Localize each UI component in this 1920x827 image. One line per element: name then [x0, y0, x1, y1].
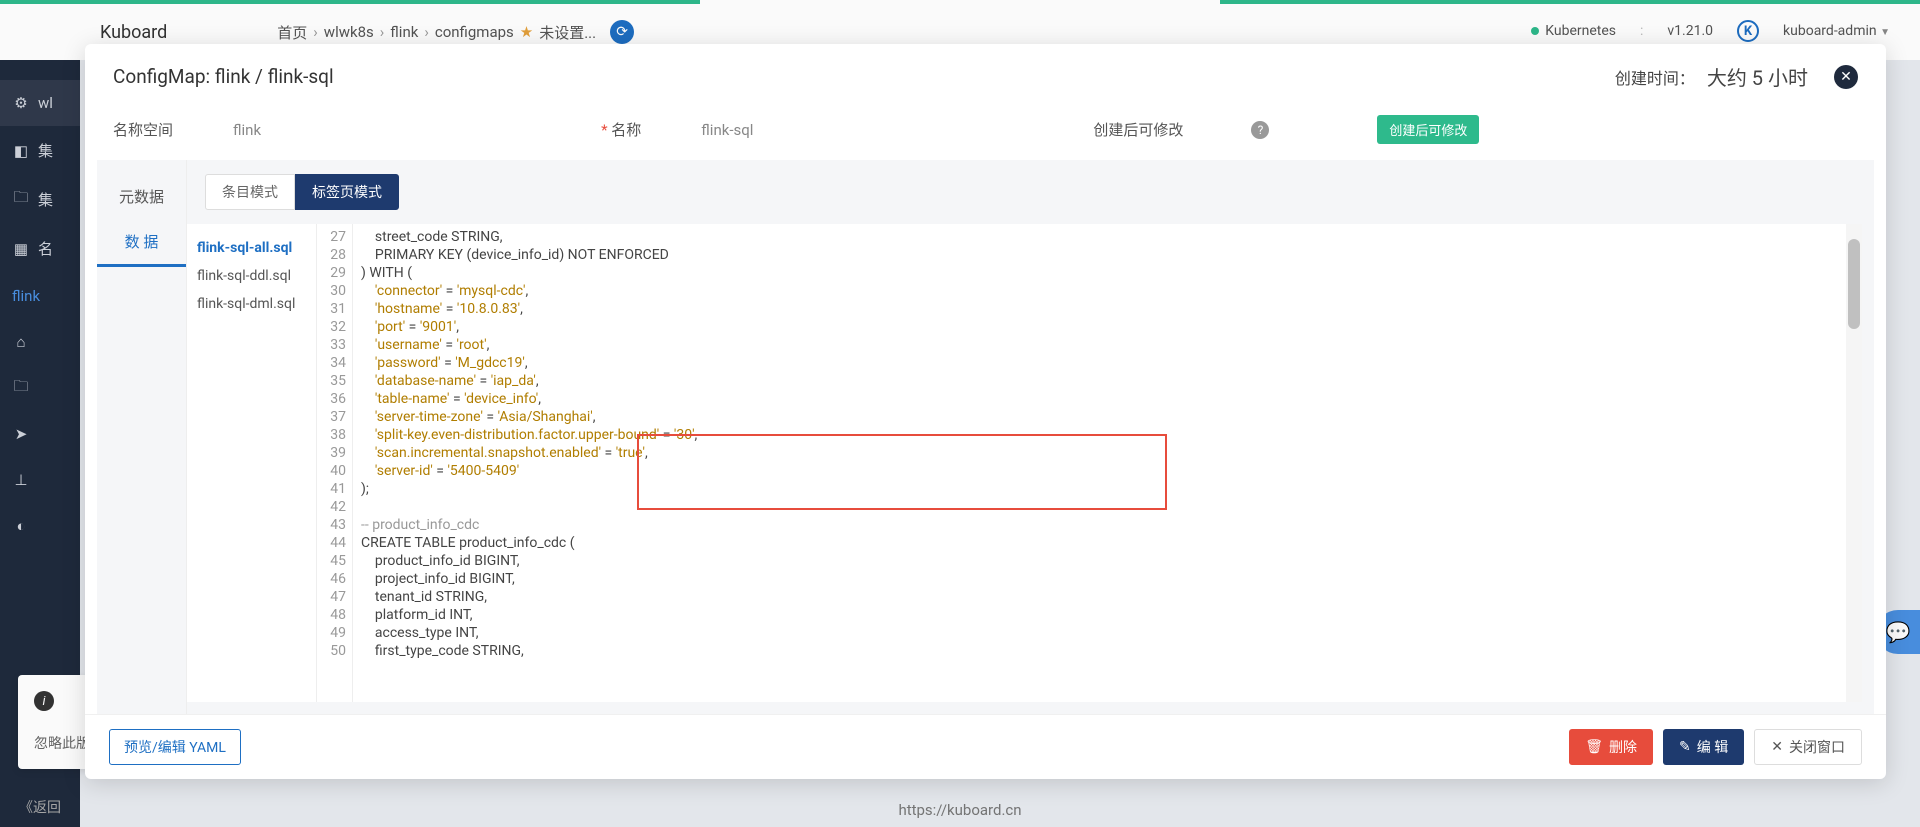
modal-header: ConfigMap: flink / flink-sql 创建时间： 大约 5 …: [85, 44, 1886, 105]
pencil-icon: ✎: [1679, 739, 1691, 755]
name-label: 名称: [601, 119, 641, 140]
file-item[interactable]: flink-sql-all.sql: [193, 234, 310, 262]
help-icon[interactable]: ?: [1251, 121, 1269, 139]
tab-data[interactable]: 数 据: [97, 219, 186, 267]
tab-metadata[interactable]: 元数据: [97, 174, 186, 219]
modal-body: 元数据 数 据 条目模式 标签页模式 flink-sql-all.sql fli…: [85, 160, 1886, 714]
modal-info-row: 名称空间 flink 名称 flink-sql 创建后可修改 ? 创建后可修改: [85, 105, 1886, 160]
mode-entry-button[interactable]: 条目模式: [205, 174, 295, 210]
created-label: 创建时间：: [1615, 65, 1695, 89]
close-icon[interactable]: ✕: [1834, 65, 1858, 89]
delete-button[interactable]: 🗑删除: [1569, 729, 1653, 765]
file-item[interactable]: flink-sql-dml.sql: [193, 290, 310, 318]
mode-tabs-button[interactable]: 标签页模式: [295, 174, 399, 210]
close-x-icon: ✕: [1771, 739, 1783, 755]
yaml-button[interactable]: 预览/编辑 YAML: [109, 729, 241, 765]
file-list: flink-sql-all.sql flink-sql-ddl.sql flin…: [187, 224, 317, 702]
configmap-modal: ConfigMap: flink / flink-sql 创建时间： 大约 5 …: [85, 44, 1886, 779]
scrollbar-thumb[interactable]: [1848, 239, 1860, 329]
edit-button[interactable]: ✎编 辑: [1663, 729, 1744, 765]
editor-row: flink-sql-all.sql flink-sql-ddl.sql flin…: [187, 224, 1862, 702]
line-gutter: 2728293031323334353637383940414243444546…: [317, 224, 353, 702]
file-item[interactable]: flink-sql-ddl.sql: [193, 262, 310, 290]
side-tabs: 元数据 数 据: [97, 160, 187, 714]
name-value: flink-sql: [701, 121, 753, 139]
code-editor[interactable]: 2728293031323334353637383940414243444546…: [317, 224, 1862, 702]
mutable-tag: 创建后可修改: [1377, 115, 1479, 144]
mutable-label: 创建后可修改: [1093, 119, 1183, 140]
ns-value: flink: [233, 121, 261, 139]
mode-bar: 条目模式 标签页模式: [187, 160, 1874, 224]
modal-title: ConfigMap: flink / flink-sql: [113, 65, 334, 88]
code-content[interactable]: street_code STRING, PRIMARY KEY (device_…: [353, 224, 1862, 702]
close-window-button[interactable]: ✕关闭窗口: [1754, 729, 1862, 765]
created-value: 大约 5 小时: [1707, 62, 1808, 91]
ns-label: 名称空间: [113, 119, 173, 140]
trash-icon: 🗑: [1585, 739, 1603, 755]
modal-footer: 预览/编辑 YAML 🗑删除 ✎编 辑 ✕关闭窗口: [85, 714, 1886, 779]
scrollbar[interactable]: [1846, 224, 1862, 702]
content-area: 条目模式 标签页模式 flink-sql-all.sql flink-sql-d…: [187, 160, 1874, 714]
